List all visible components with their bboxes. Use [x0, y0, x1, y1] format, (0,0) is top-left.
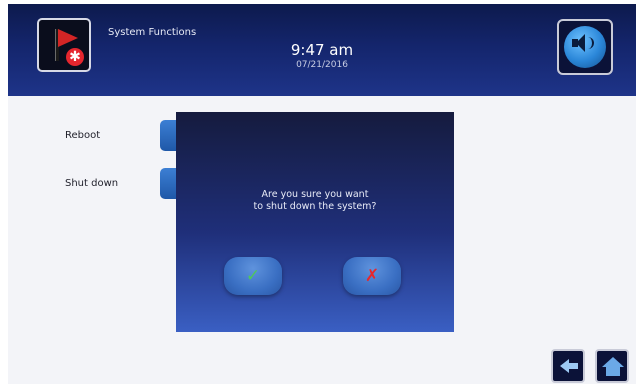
- header-bar: ✱ System Functions 9:47 am 07/21/2016: [8, 4, 636, 96]
- dialog-message-line2: to shut down the system?: [253, 201, 377, 212]
- clock-date: 07/21/2016: [296, 60, 348, 70]
- clock-time: 9:47 am: [290, 41, 354, 59]
- shutdown-label: Shut down: [65, 178, 119, 189]
- reboot-label: Reboot: [65, 130, 101, 141]
- back-button[interactable]: [551, 349, 585, 383]
- home-icon-body: [606, 367, 620, 376]
- device-screen: ✱ System Functions 9:47 am 07/21/2016 Re…: [8, 4, 636, 384]
- speaker-button[interactable]: [557, 19, 613, 75]
- dialog-message-line1: Are you sure you want: [261, 189, 369, 200]
- cancel-button[interactable]: ✗: [343, 257, 401, 295]
- x-icon: ✗: [364, 266, 380, 286]
- page-title: System Functions: [108, 27, 197, 38]
- dialog-message: Are you sure you want to shut down the s…: [176, 189, 454, 213]
- checkmark-icon: ✓: [245, 266, 261, 286]
- confirm-dialog: Are you sure you want to shut down the s…: [176, 112, 454, 332]
- back-arrow-shaft: [568, 363, 578, 369]
- confirm-button[interactable]: ✓: [224, 257, 282, 295]
- home-button[interactable]: [595, 349, 629, 383]
- home-icon: [602, 357, 624, 367]
